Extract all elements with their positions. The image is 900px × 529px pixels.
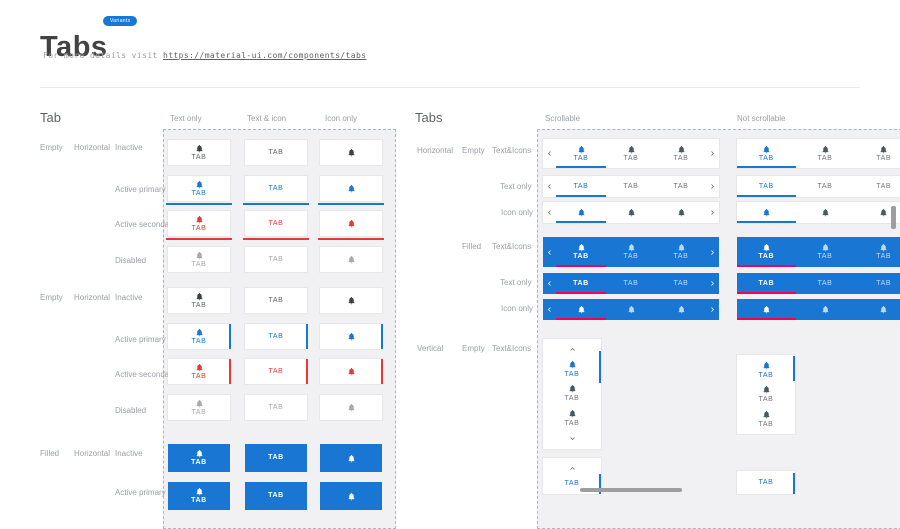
tabs-section-title: Tabs [415, 110, 442, 125]
row-state-label: Disabled [115, 256, 146, 265]
divider [40, 87, 860, 88]
column-header: Text only [170, 114, 202, 123]
column-header: Scrollable [545, 114, 580, 123]
docs-link[interactable]: https://material-ui.com/components/tabs [163, 51, 366, 60]
row-group-fill: Filled [40, 449, 59, 458]
row-group-orientation: Horizontal [74, 143, 110, 152]
variants-badge: Variants [103, 16, 137, 26]
row-state-label: Active primary [115, 185, 166, 194]
subtitle-text: For more details visit [43, 51, 158, 60]
column-header: Icon only [325, 114, 357, 123]
tabs-matrix-container [537, 129, 900, 529]
row-variant-label: Text only [500, 182, 532, 191]
row-state-label: Active primary [115, 335, 166, 344]
row-group-fill: Empty [40, 293, 63, 302]
row-group-fill: Empty [40, 143, 63, 152]
row-group-fill: Empty [462, 344, 485, 353]
row-state-label: Inactive [115, 449, 143, 458]
column-header: Text & icon [247, 114, 286, 123]
row-variant-label: Text&Icons [492, 242, 531, 251]
row-variant-label: Icon only [501, 304, 533, 313]
row-group-fill: Empty [462, 146, 485, 155]
row-variant-label: Icon only [501, 208, 533, 217]
row-state-label: Active primary [115, 488, 166, 497]
vertical-scrollbar[interactable] [891, 206, 896, 229]
row-group-orientation: Vertical [417, 344, 443, 353]
row-state-label: Active secondary [115, 370, 176, 379]
row-variant-label: Text only [500, 278, 532, 287]
subtitle: For more details visit https://material-… [43, 51, 366, 60]
tab-matrix-container [163, 129, 396, 529]
row-variant-label: Text&Icons [492, 344, 531, 353]
horizontal-scrollbar[interactable] [580, 488, 682, 492]
row-group-orientation: Horizontal [74, 293, 110, 302]
row-state-label: Inactive [115, 143, 143, 152]
row-state-label: Active secondary [115, 220, 176, 229]
column-header: Not scrollable [737, 114, 785, 123]
row-state-label: Inactive [115, 293, 143, 302]
row-group-orientation: Horizontal [74, 449, 110, 458]
tab-section-title: Tab [40, 110, 61, 125]
row-variant-label: Text&Icons [492, 146, 531, 155]
row-group-fill: Filled [462, 242, 481, 251]
row-state-label: Disabled [115, 406, 146, 415]
row-group-orientation: Horizontal [417, 146, 453, 155]
